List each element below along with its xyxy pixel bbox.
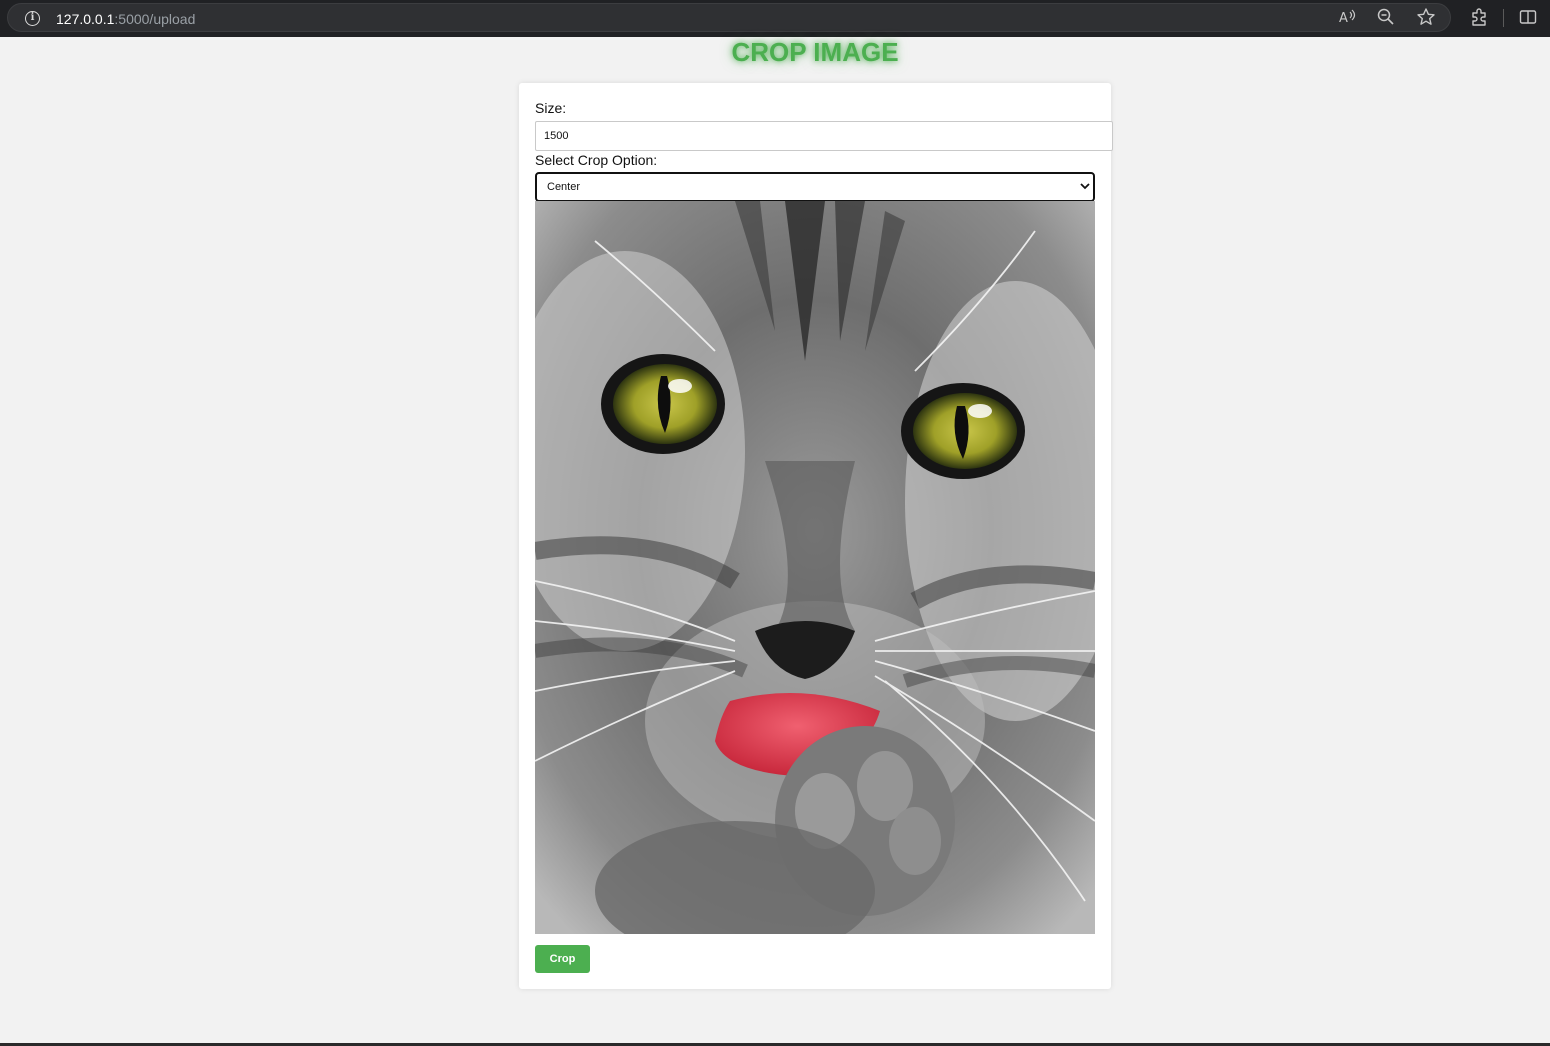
- cat-photo-illustration: [535, 201, 1095, 934]
- url-path: :5000/upload: [114, 11, 196, 27]
- crop-option-select[interactable]: Center: [535, 172, 1095, 202]
- read-aloud-icon[interactable]: A: [1337, 7, 1357, 27]
- favorite-star-icon[interactable]: [1416, 7, 1436, 27]
- info-icon[interactable]: i: [25, 11, 40, 26]
- size-label: Size:: [535, 100, 567, 116]
- toolbar-divider: [1503, 9, 1504, 27]
- url-host: 127.0.0.1: [56, 11, 115, 27]
- address-bar[interactable]: i 127.0.0.1:5000/upload: [7, 3, 1451, 32]
- chevron-down-icon: [1080, 183, 1090, 190]
- svg-text:A: A: [1339, 11, 1348, 26]
- extensions-icon[interactable]: [1469, 7, 1489, 27]
- browser-toolbar: i 127.0.0.1:5000/upload A: [0, 0, 1550, 37]
- size-input[interactable]: [535, 121, 1113, 151]
- page-title: CROP IMAGE: [731, 37, 899, 67]
- crop-option-label: Select Crop Option:: [535, 152, 658, 168]
- crop-form-card: Size: Select Crop Option: Center: [519, 83, 1113, 989]
- url-text[interactable]: 127.0.0.1:5000/upload: [56, 10, 195, 28]
- split-screen-icon[interactable]: [1518, 7, 1538, 27]
- crop-button[interactable]: Crop: [535, 945, 590, 973]
- zoom-out-icon[interactable]: [1376, 7, 1396, 27]
- cat-photo: [535, 201, 1095, 934]
- crop-option-selected: Center: [547, 181, 581, 193]
